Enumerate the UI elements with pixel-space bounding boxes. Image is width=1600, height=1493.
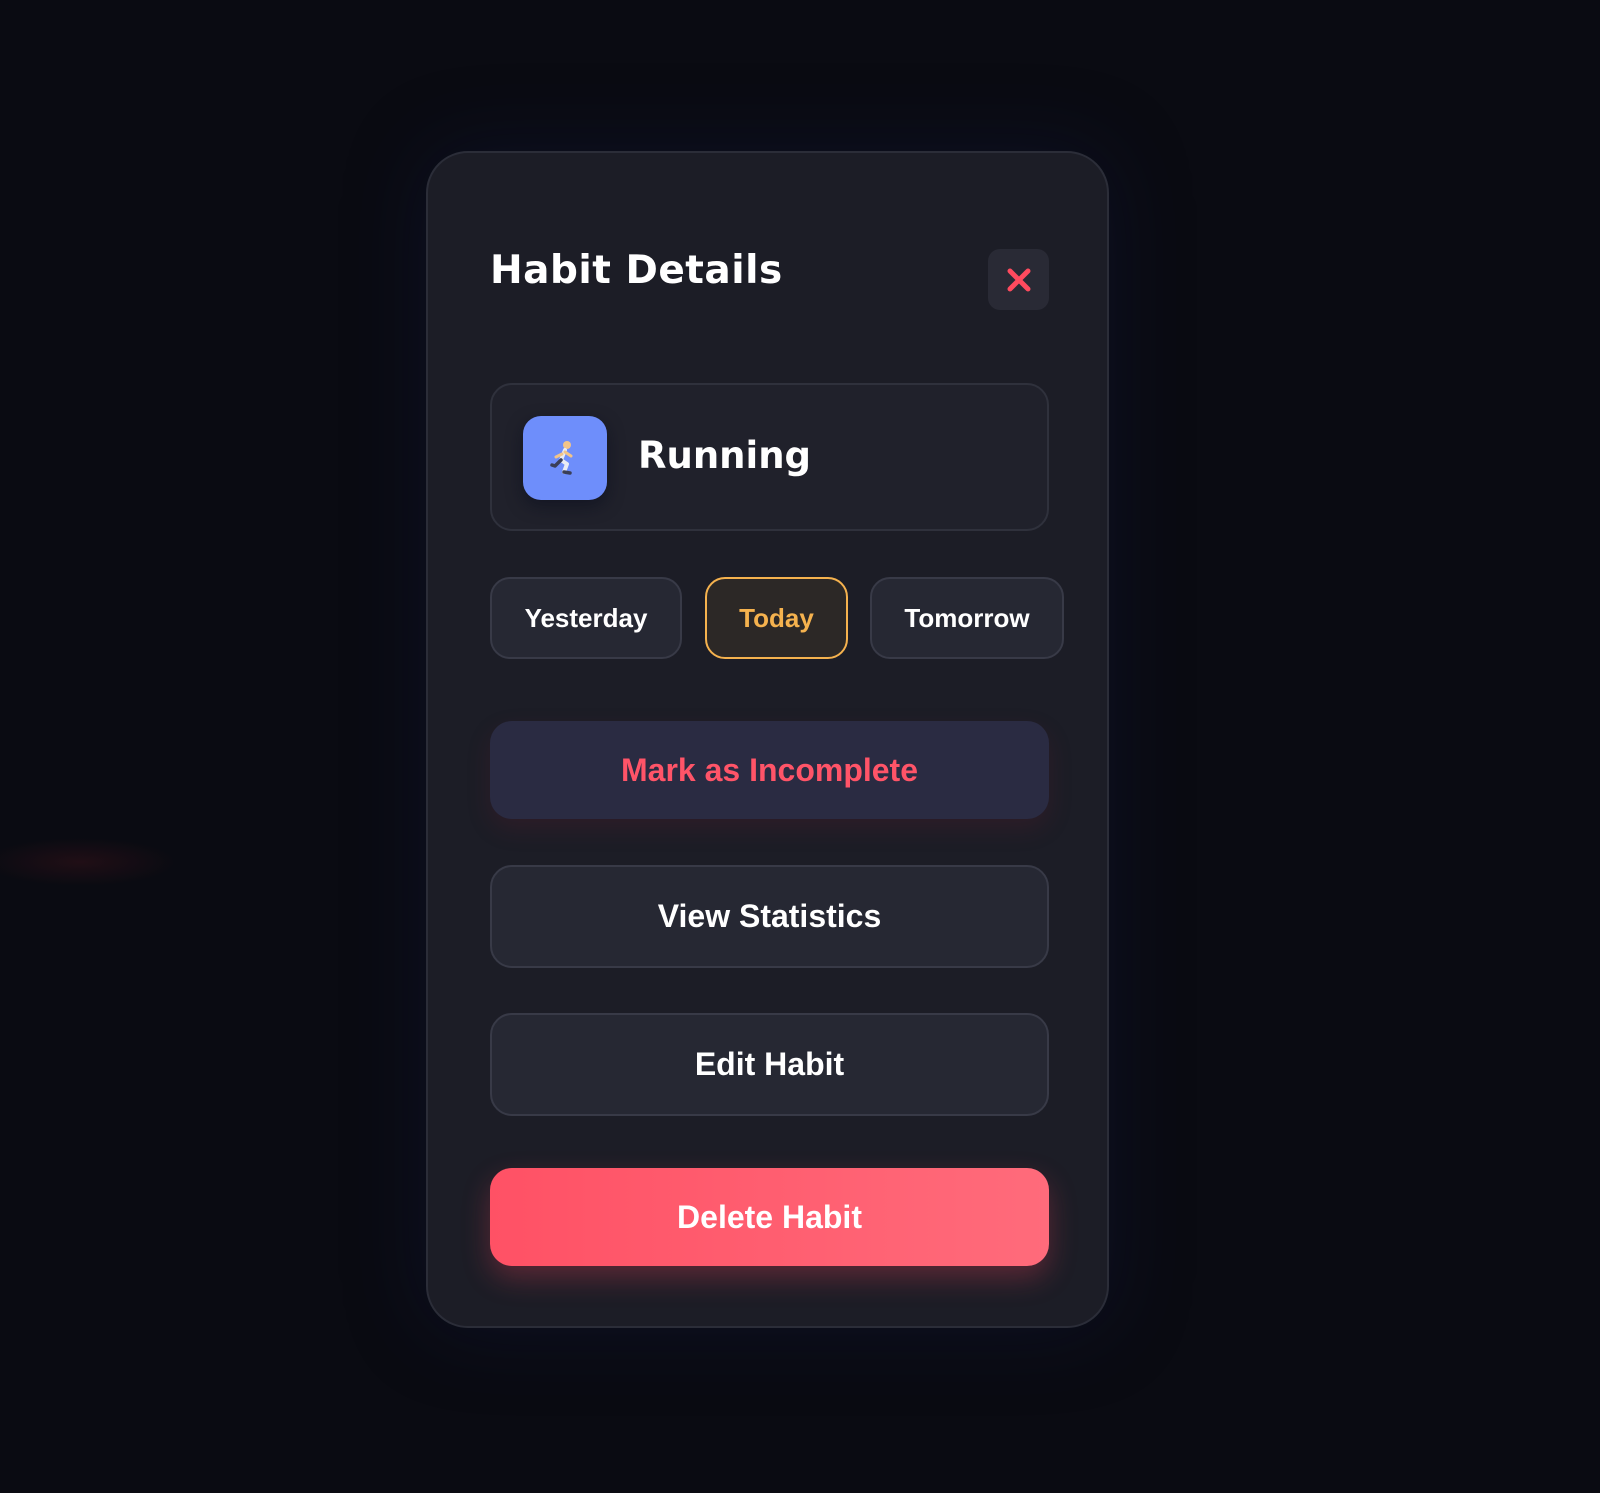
delete-habit-button[interactable]: Delete Habit (490, 1168, 1049, 1266)
edit-habit-button[interactable]: Edit Habit (490, 1013, 1049, 1116)
habit-icon-tile (523, 416, 607, 500)
tab-yesterday[interactable]: Yesterday (490, 577, 682, 659)
habit-details-modal: Habit Details Running Yesterday Today To… (426, 151, 1109, 1328)
tab-tomorrow[interactable]: Tomorrow (870, 577, 1064, 659)
close-x-icon (1007, 268, 1030, 291)
habit-card: Running (490, 383, 1049, 531)
runner-icon (550, 441, 573, 475)
view-statistics-button[interactable]: View Statistics (490, 865, 1049, 968)
habit-name: Running (638, 434, 812, 477)
close-button[interactable] (988, 249, 1049, 310)
tab-today[interactable]: Today (705, 577, 848, 659)
mark-incomplete-button[interactable]: Mark as Incomplete (490, 721, 1049, 819)
modal-title: Habit Details (490, 248, 783, 293)
